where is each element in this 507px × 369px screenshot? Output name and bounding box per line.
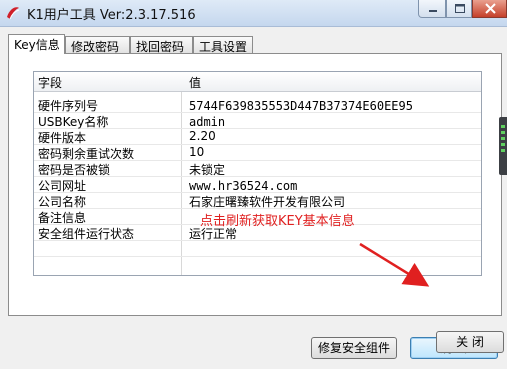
table-row[interactable]: USBKey名称 admin: [34, 112, 481, 129]
minimize-icon: [429, 10, 437, 12]
tab-key-info[interactable]: Key信息: [8, 34, 65, 54]
tab-recover-password[interactable]: 找回密码: [130, 36, 193, 54]
window-title: K1用户工具 Ver:2.3.17.516: [27, 8, 196, 23]
close-button[interactable]: 关 闭: [436, 331, 504, 353]
maximize-icon: [455, 4, 465, 13]
minimize-button[interactable]: [418, 0, 446, 18]
table-row[interactable]: 硬件版本 2.20: [34, 128, 481, 145]
row-value: 2.20: [189, 129, 216, 143]
close-window-button[interactable]: [472, 0, 507, 18]
title-bar: K1用户工具 Ver:2.3.17.516: [0, 0, 507, 27]
row-value: 5744F639835553D447B37374E60EE95: [189, 99, 413, 113]
table-header: 字段 值: [34, 72, 481, 92]
tab-tool-settings[interactable]: 工具设置: [193, 36, 253, 54]
table-row[interactable]: 密码是否被锁 未锁定: [34, 160, 481, 177]
row-value: www.hr36524.com: [189, 179, 298, 193]
table-row[interactable]: 公司网址 www.hr36524.com: [34, 176, 481, 193]
repair-security-component-button[interactable]: 修复安全组件: [311, 337, 397, 359]
table-row[interactable]: 公司名称 石家庄曙臻软件开发有限公司: [34, 192, 481, 209]
close-icon: [485, 3, 496, 14]
table-row-empty: [34, 240, 481, 257]
row-value: 10: [189, 145, 205, 159]
header-value: 值: [189, 76, 202, 90]
maximize-button[interactable]: [446, 0, 472, 18]
tab-change-password[interactable]: 修改密码: [65, 36, 130, 54]
app-logo-icon: [7, 7, 20, 20]
key-info-table[interactable]: 字段 值 硬件序列号 5744F639835553D447B37374E60EE…: [33, 71, 482, 276]
row-value: admin: [189, 115, 226, 129]
side-grip-handle[interactable]: [499, 117, 507, 175]
refresh-hint-annotation: 点击刷新获取KEY基本信息: [200, 214, 355, 229]
table-row[interactable]: 密码剩余重试次数 10: [34, 144, 481, 161]
table-row[interactable]: 硬件序列号 5744F639835553D447B37374E60EE95: [34, 96, 481, 113]
key-info-panel: 字段 值 硬件序列号 5744F639835553D447B37374E60EE…: [8, 53, 502, 359]
header-field: 字段: [38, 76, 63, 90]
